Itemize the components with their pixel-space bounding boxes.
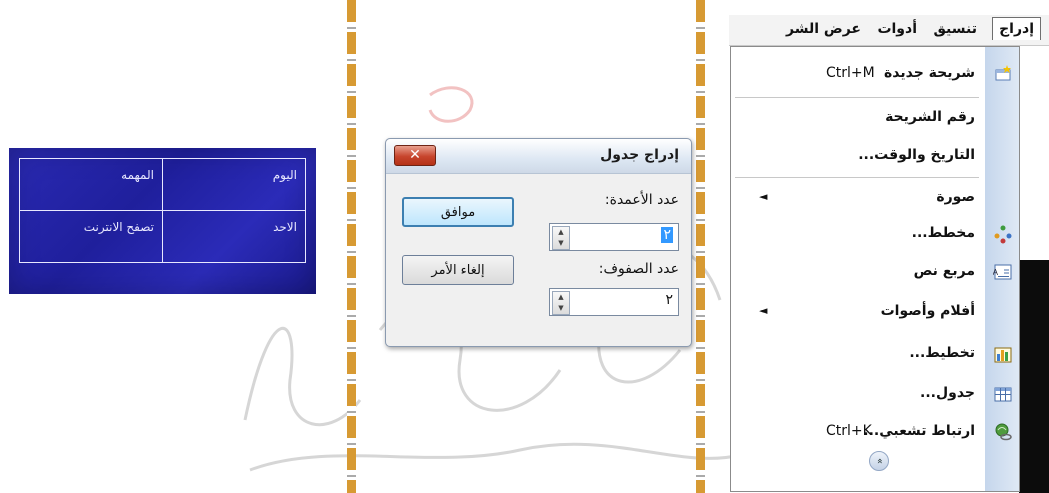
spin-down-icon[interactable]: ▼ bbox=[553, 303, 569, 314]
svg-text:A: A bbox=[993, 268, 999, 277]
separator-left bbox=[347, 0, 356, 493]
insert-menu-dropdown: شريحة جديدة Ctrl+M رقم الشريحة التاريخ و… bbox=[730, 46, 1020, 492]
table-cell: تصفح الانترنت bbox=[19, 210, 163, 263]
menu-separator bbox=[735, 177, 979, 178]
menu-item-label: ارتباط تشعبي... bbox=[863, 423, 975, 439]
menu-item-movies-sounds[interactable]: أفلام وأصوات ◄ bbox=[731, 295, 1019, 329]
columns-spin-arrows[interactable]: ▲ ▼ bbox=[552, 226, 570, 250]
menu-separator bbox=[735, 97, 979, 98]
table-cell: الاحد bbox=[162, 210, 306, 263]
rows-spinner[interactable]: ٢ ▲ ▼ bbox=[549, 288, 679, 316]
rows-value[interactable]: ٢ bbox=[665, 292, 673, 308]
dialog-title: إدراج جدول bbox=[600, 147, 679, 163]
submenu-arrow-icon: ◄ bbox=[759, 304, 768, 317]
menu-item-diagram[interactable]: مخطط... bbox=[731, 217, 1019, 251]
ok-button[interactable]: موافق bbox=[402, 197, 514, 227]
cancel-button[interactable]: إلغاء الأمر bbox=[402, 255, 514, 285]
chevron-down-icon: » bbox=[874, 457, 885, 465]
menu-item-date-time[interactable]: التاريخ والوقت... bbox=[731, 139, 1019, 173]
text-box-icon: A bbox=[993, 262, 1013, 282]
menu-item-label: جدول... bbox=[920, 385, 975, 401]
menu-item-slide-number[interactable]: رقم الشريحة bbox=[731, 101, 1019, 135]
menu-item-picture[interactable]: صورة ◄ bbox=[731, 181, 1019, 215]
table-row: اليوم المهمه bbox=[19, 158, 306, 211]
shortcut-text: Ctrl+M bbox=[826, 65, 875, 81]
table-cell: المهمه bbox=[19, 158, 163, 211]
menu-item-new-slide[interactable]: شريحة جديدة Ctrl+M bbox=[731, 57, 1019, 91]
columns-value[interactable]: ٢ bbox=[661, 227, 673, 243]
menu-item-label: أفلام وأصوات bbox=[880, 303, 975, 319]
diagram-icon bbox=[993, 224, 1013, 244]
rows-spin-arrows[interactable]: ▲ ▼ bbox=[552, 291, 570, 315]
menu-item-label: رقم الشريحة bbox=[885, 109, 975, 125]
dialog-titlebar[interactable]: إدراج جدول ✕ bbox=[386, 139, 691, 174]
cancel-button-label: إلغاء الأمر bbox=[431, 262, 485, 278]
spin-down-icon[interactable]: ▼ bbox=[553, 238, 569, 249]
submenu-arrow-icon: ◄ bbox=[759, 190, 768, 203]
shortcut-text: Ctrl+K bbox=[826, 423, 872, 439]
menu-slideshow[interactable]: عرض الشر bbox=[786, 21, 861, 37]
new-slide-icon bbox=[993, 64, 1013, 84]
menu-insert[interactable]: إدراج bbox=[992, 17, 1041, 40]
close-button[interactable]: ✕ bbox=[394, 145, 436, 166]
menu-item-text-box[interactable]: A مربع نص bbox=[731, 255, 1019, 289]
spin-up-icon[interactable]: ▲ bbox=[553, 227, 569, 238]
menu-item-label: تخطيط... bbox=[909, 345, 975, 361]
separator-right bbox=[696, 0, 705, 493]
menu-item-chart[interactable]: تخطيط... bbox=[731, 337, 1019, 371]
menu-bar: إدراج تنسيق أدوات عرض الشر bbox=[729, 15, 1049, 46]
menu-tools[interactable]: أدوات bbox=[877, 21, 917, 37]
close-icon: ✕ bbox=[409, 147, 421, 163]
slide-table-preview: اليوم المهمه الاحد تصفح الانترنت bbox=[9, 148, 316, 294]
menu-item-label: صورة bbox=[936, 189, 975, 205]
menu-item-label: شريحة جديدة bbox=[884, 65, 975, 81]
insert-table-dialog: إدراج جدول ✕ عدد الأعمدة: ٢ ▲ ▼ عدد الصف… bbox=[385, 138, 692, 347]
expand-menu-button[interactable]: » bbox=[869, 451, 889, 471]
menu-format[interactable]: تنسيق bbox=[933, 21, 977, 37]
rows-label: عدد الصفوف: bbox=[598, 261, 679, 277]
ok-button-label: موافق bbox=[440, 204, 476, 220]
background-edge bbox=[1019, 260, 1049, 493]
chart-icon bbox=[993, 344, 1013, 364]
menu-item-label: التاريخ والوقت... bbox=[858, 147, 975, 163]
table-cell: اليوم bbox=[162, 158, 306, 211]
hyperlink-icon bbox=[993, 422, 1013, 442]
menu-item-table[interactable]: جدول... bbox=[731, 377, 1019, 411]
spin-up-icon[interactable]: ▲ bbox=[553, 292, 569, 303]
menu-item-hyperlink[interactable]: ارتباط تشعبي... Ctrl+K bbox=[731, 415, 1019, 449]
table-icon bbox=[993, 384, 1013, 404]
columns-spinner[interactable]: ٢ ▲ ▼ bbox=[549, 223, 679, 251]
slide-table: اليوم المهمه الاحد تصفح الانترنت bbox=[19, 158, 306, 263]
menu-item-label: مربع نص bbox=[913, 263, 975, 279]
table-row: الاحد تصفح الانترنت bbox=[19, 210, 306, 263]
menu-item-label: مخطط... bbox=[911, 225, 975, 241]
columns-label: عدد الأعمدة: bbox=[604, 192, 679, 208]
